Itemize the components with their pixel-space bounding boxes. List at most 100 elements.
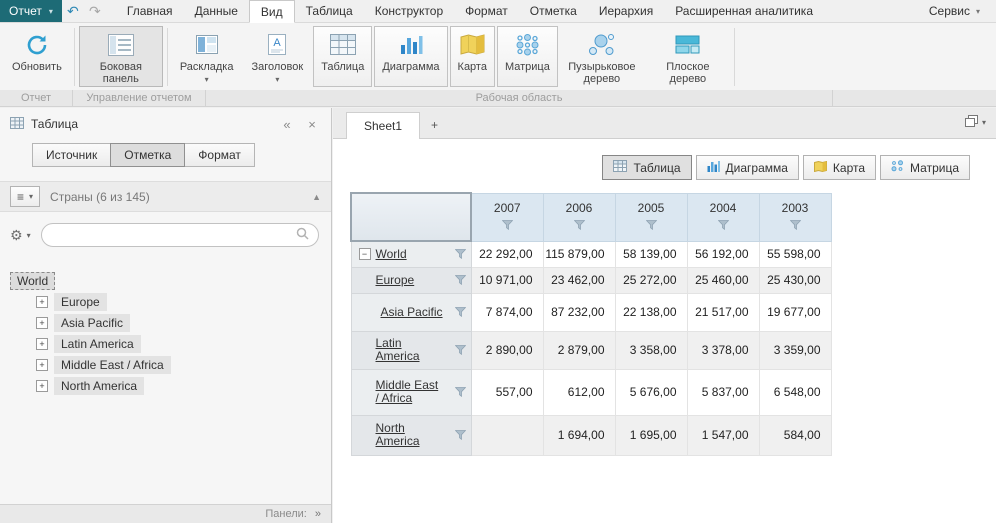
tree-item-middle-east-africa[interactable]: + Middle East / Africa — [10, 355, 331, 375]
tree-item-label[interactable]: North America — [54, 377, 144, 395]
row-header-link[interactable]: Latin America — [376, 337, 442, 363]
dimension-menu-button[interactable]: ≡ ▾ — [10, 186, 40, 207]
row-header-north-america[interactable]: North America — [351, 415, 471, 455]
filter-icon[interactable] — [760, 219, 831, 233]
filter-icon[interactable] — [472, 219, 543, 233]
filter-icon[interactable] — [455, 387, 466, 397]
tree-item-asia-pacific[interactable]: + Asia Pacific — [10, 313, 331, 333]
table-cell: 21 517,00 — [687, 293, 759, 331]
column-header-label: 2006 — [544, 201, 615, 215]
close-icon[interactable]: × — [303, 117, 321, 132]
filter-icon[interactable] — [455, 345, 466, 355]
chart-view-button[interactable]: Диаграмма — [374, 26, 447, 87]
column-header-2007[interactable]: 2007 — [471, 193, 543, 241]
expand-panels-icon[interactable]: » — [315, 508, 321, 520]
menu-tab-dannye[interactable]: Данные — [184, 0, 249, 22]
add-sheet-button[interactable]: + — [420, 111, 449, 138]
undo-icon[interactable]: ↶ — [62, 0, 84, 22]
expand-icon[interactable]: + — [36, 380, 48, 392]
filter-icon[interactable] — [544, 219, 615, 233]
menu-tab-glavnaya[interactable]: Главная — [116, 0, 184, 22]
column-header-2003[interactable]: 2003 — [759, 193, 831, 241]
expand-icon[interactable]: + — [36, 359, 48, 371]
tree-item-label[interactable]: Middle East / Africa — [54, 356, 171, 374]
menu-tab-otmetka[interactable]: Отметка — [519, 0, 588, 22]
tree-item-north-america[interactable]: + North America — [10, 376, 331, 396]
header-label: Заголовок — [251, 61, 303, 73]
tree-item-label[interactable]: World — [10, 272, 55, 290]
table-view-button[interactable]: Таблица — [313, 26, 372, 87]
view-button-matrix[interactable]: Матрица — [880, 155, 970, 180]
bubble-tree-button[interactable]: Пузырьковое дерево — [560, 26, 644, 87]
filter-icon[interactable] — [455, 275, 466, 285]
expand-icon[interactable]: + — [36, 338, 48, 350]
sidebar-panel: Таблица « × Источник Отметка Формат ≡ ▾ … — [0, 108, 332, 523]
bubble-tree-icon — [588, 31, 615, 58]
row-header-link[interactable]: Europe — [376, 274, 415, 287]
tree-item-latin-america[interactable]: + Latin America — [10, 334, 331, 354]
expand-icon[interactable]: + — [36, 296, 48, 308]
filter-icon[interactable] — [455, 430, 466, 440]
sidebar-tab-source[interactable]: Источник — [32, 143, 111, 167]
column-header-2004[interactable]: 2004 — [687, 193, 759, 241]
header-button[interactable]: A Заголовок ▾ — [243, 26, 311, 87]
menu-tab-analitika[interactable]: Расширенная аналитика — [664, 0, 824, 22]
view-button-map[interactable]: Карта — [803, 155, 876, 180]
row-header-link[interactable]: Asia Pacific — [381, 306, 443, 319]
sheet-tab[interactable]: Sheet1 — [346, 112, 420, 139]
settings-button[interactable]: ⚙ ▾ — [10, 227, 31, 244]
map-view-label: Карта — [458, 61, 487, 73]
refresh-button[interactable]: Обновить — [4, 26, 70, 87]
row-header-link[interactable]: North America — [376, 422, 442, 448]
row-header-link[interactable]: Middle East / Africa — [376, 379, 442, 405]
view-button-chart[interactable]: Диаграмма — [696, 155, 799, 180]
tree-item-label[interactable]: Latin America — [54, 335, 141, 353]
sidebar-panel-button[interactable]: Боковая панель — [79, 26, 163, 87]
table-cell: 5 676,00 — [615, 369, 687, 415]
tree-item-world[interactable]: World — [10, 271, 331, 291]
view-button-table[interactable]: Таблица — [602, 155, 691, 180]
app-window: Отчет ▾ ↶ ↷ Главная Данные Вид Таблица К… — [0, 0, 996, 523]
sidebar-tab-mark[interactable]: Отметка — [110, 143, 185, 167]
tree-item-label[interactable]: Europe — [54, 293, 107, 311]
window-arrange-button[interactable]: ▾ — [965, 115, 996, 138]
menu-tab-format[interactable]: Формат — [454, 0, 519, 22]
row-header-latin-america[interactable]: Latin America — [351, 331, 471, 369]
map-view-button[interactable]: Карта — [450, 26, 495, 87]
collapse-panel-icon[interactable]: « — [278, 117, 296, 132]
sidebar-tab-format[interactable]: Формат — [184, 143, 255, 167]
menu-tab-ierarkhiya[interactable]: Иерархия — [588, 0, 664, 22]
redo-icon[interactable]: ↷ — [84, 0, 106, 22]
column-header-2005[interactable]: 2005 — [615, 193, 687, 241]
column-header-2006[interactable]: 2006 — [543, 193, 615, 241]
table-cell: 3 358,00 — [615, 331, 687, 369]
service-menu[interactable]: Сервис ▾ — [913, 0, 996, 22]
view-button-label: Карта — [833, 161, 865, 175]
collapse-section-icon[interactable]: ▲ — [312, 192, 321, 202]
ribbon-separator — [734, 28, 735, 86]
table-row: Latin America 2 890,00 2 879,00 3 358,00… — [351, 331, 831, 369]
row-header-middle-east-africa[interactable]: Middle East / Africa — [351, 369, 471, 415]
collapse-row-icon[interactable]: − — [359, 248, 371, 260]
row-header-europe[interactable]: Europe — [351, 267, 471, 293]
flat-tree-button[interactable]: Плоское дерево — [646, 26, 730, 87]
menu-tab-tablitsa[interactable]: Таблица — [295, 0, 364, 22]
filter-icon[interactable] — [616, 219, 687, 233]
search-input[interactable] — [51, 228, 296, 242]
tree-item-label[interactable]: Asia Pacific — [54, 314, 130, 332]
filter-icon[interactable] — [455, 307, 466, 317]
row-header-link[interactable]: World — [376, 248, 407, 261]
row-header-asia-pacific[interactable]: Asia Pacific — [351, 293, 471, 331]
row-header-world[interactable]: − World — [351, 241, 471, 267]
report-menu-button[interactable]: Отчет ▾ — [0, 0, 62, 22]
chevron-down-icon: ▾ — [976, 7, 980, 16]
menu-tab-konstruktor[interactable]: Конструктор — [364, 0, 454, 22]
menu-tab-vid[interactable]: Вид — [249, 0, 295, 23]
matrix-view-button[interactable]: Матрица — [497, 26, 558, 87]
layout-button[interactable]: Раскладка ▾ — [172, 26, 242, 87]
tree-item-europe[interactable]: + Europe — [10, 292, 331, 312]
expand-icon[interactable]: + — [36, 317, 48, 329]
table-corner-cell[interactable] — [351, 193, 471, 241]
filter-icon[interactable] — [688, 219, 759, 233]
filter-icon[interactable] — [455, 249, 466, 259]
